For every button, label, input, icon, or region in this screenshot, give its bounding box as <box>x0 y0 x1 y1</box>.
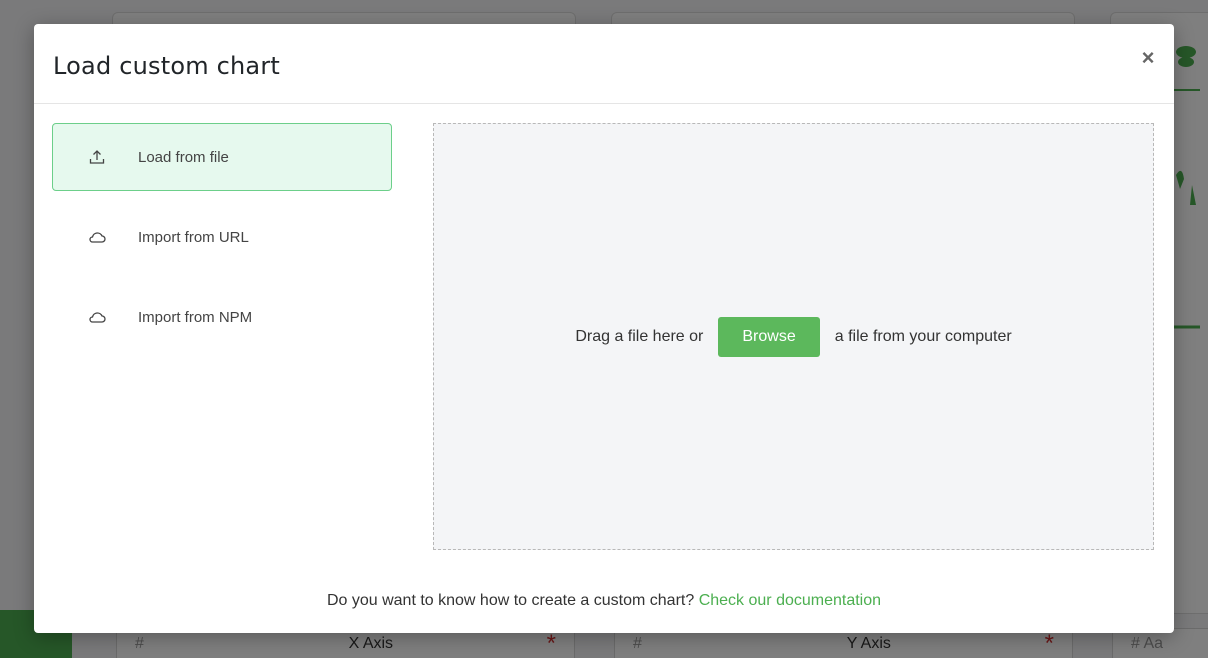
documentation-link[interactable]: Check our documentation <box>699 592 881 609</box>
browse-button[interactable]: Browse <box>718 316 820 357</box>
source-label: Import from NPM <box>138 308 253 326</box>
source-label: Import from URL <box>138 228 249 246</box>
dropzone-text-before: Drag a file here or <box>575 327 704 345</box>
source-item-import-from-npm[interactable]: Import from NPM <box>52 283 392 351</box>
modal-title: Load custom chart <box>53 52 281 80</box>
dropzone-text-after: a file from your computer <box>834 327 1012 345</box>
source-item-load-from-file[interactable]: Load from file <box>52 123 392 191</box>
upload-icon <box>87 147 107 167</box>
documentation-question: Do you want to know how to create a cust… <box>326 592 695 609</box>
file-dropzone[interactable]: Drag a file here or Browse a file from y… <box>433 123 1154 550</box>
source-item-import-from-url[interactable]: Import from URL <box>52 203 392 271</box>
source-list: Load from file Import from URL Import fr… <box>52 123 392 363</box>
cloud-icon <box>87 227 107 247</box>
source-label: Load from file <box>138 148 229 166</box>
documentation-note: Do you want to know how to create a cust… <box>34 592 1174 610</box>
modal-header: Load custom chart × <box>34 24 1174 104</box>
load-custom-chart-modal: Load custom chart × Load from file Impor… <box>34 24 1174 633</box>
cloud-icon <box>87 307 107 327</box>
close-button[interactable]: × <box>1138 46 1158 70</box>
